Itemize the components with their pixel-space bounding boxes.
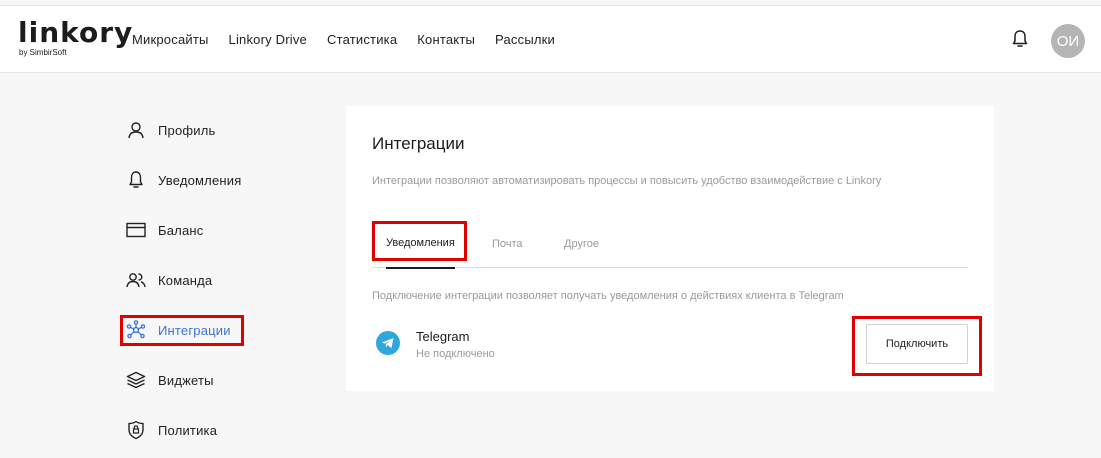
sidebar-item-integrations[interactable]: Интеграции (120, 305, 320, 355)
tab-mail[interactable]: Почта (492, 219, 523, 268)
section-note: Подключение интеграции позволяет получат… (372, 290, 844, 302)
nav-item-contacts[interactable]: Контакты (417, 32, 475, 47)
sidebar-item-notifications[interactable]: Уведомления (120, 155, 320, 205)
sidebar-item-label: Виджеты (158, 372, 214, 388)
sidebar-item-label: Интеграции (158, 322, 231, 338)
shield-icon (126, 420, 146, 440)
nav-item-statistics[interactable]: Статистика (327, 32, 397, 47)
integrations-icon (126, 320, 146, 340)
nav-item-linkory-drive[interactable]: Linkory Drive (229, 32, 307, 47)
logo-text: linkory (18, 16, 134, 49)
sidebar-item-label: Команда (158, 272, 213, 288)
sidebar-item-label: Уведомления (158, 172, 242, 188)
nav-item-microsites[interactable]: Микросайты (132, 32, 209, 47)
integrations-card: Интеграции Интеграции позволяют автомати… (346, 106, 994, 391)
linkory-logo[interactable]: linkory by SimbirSoft (18, 18, 132, 62)
card-icon (126, 220, 146, 240)
sidebar-item-team[interactable]: Команда (120, 255, 320, 305)
integration-name: Telegram (416, 329, 470, 344)
sidebar-item-profile[interactable]: Профиль (120, 105, 320, 155)
integration-tabs: Уведомления Почта Другое (372, 219, 968, 269)
settings-sidebar: Профиль Уведомления Баланс Команда Интег… (120, 105, 320, 455)
sidebar-item-label: Профиль (158, 122, 216, 138)
sidebar-item-label: Политика (158, 422, 218, 438)
top-header: linkory by SimbirSoft Микросайты Linkory… (0, 5, 1101, 73)
page-title: Интеграции (372, 134, 465, 153)
sidebar-item-balance[interactable]: Баланс (120, 205, 320, 255)
tab-notifications[interactable]: Уведомления (386, 219, 455, 269)
users-icon (126, 270, 146, 290)
sidebar-item-label: Баланс (158, 222, 204, 238)
sidebar-item-policy[interactable]: Политика (120, 405, 320, 455)
bell-icon (126, 170, 146, 190)
user-avatar[interactable]: ОИ (1051, 24, 1085, 58)
layers-icon (126, 370, 146, 390)
connect-button[interactable]: Подключить (866, 324, 968, 364)
user-icon (126, 120, 146, 140)
integration-status: Не подключено (416, 348, 495, 360)
main-nav: Микросайты Linkory Drive Статистика Конт… (132, 6, 575, 72)
nav-item-mailings[interactable]: Рассылки (495, 32, 555, 47)
page-description: Интеграции позволяют автоматизировать пр… (372, 175, 882, 187)
tab-other[interactable]: Другое (564, 219, 599, 268)
bell-icon[interactable] (1010, 28, 1030, 50)
telegram-icon (376, 331, 400, 355)
logo-subtitle: by SimbirSoft (19, 48, 67, 57)
sidebar-item-widgets[interactable]: Виджеты (120, 355, 320, 405)
